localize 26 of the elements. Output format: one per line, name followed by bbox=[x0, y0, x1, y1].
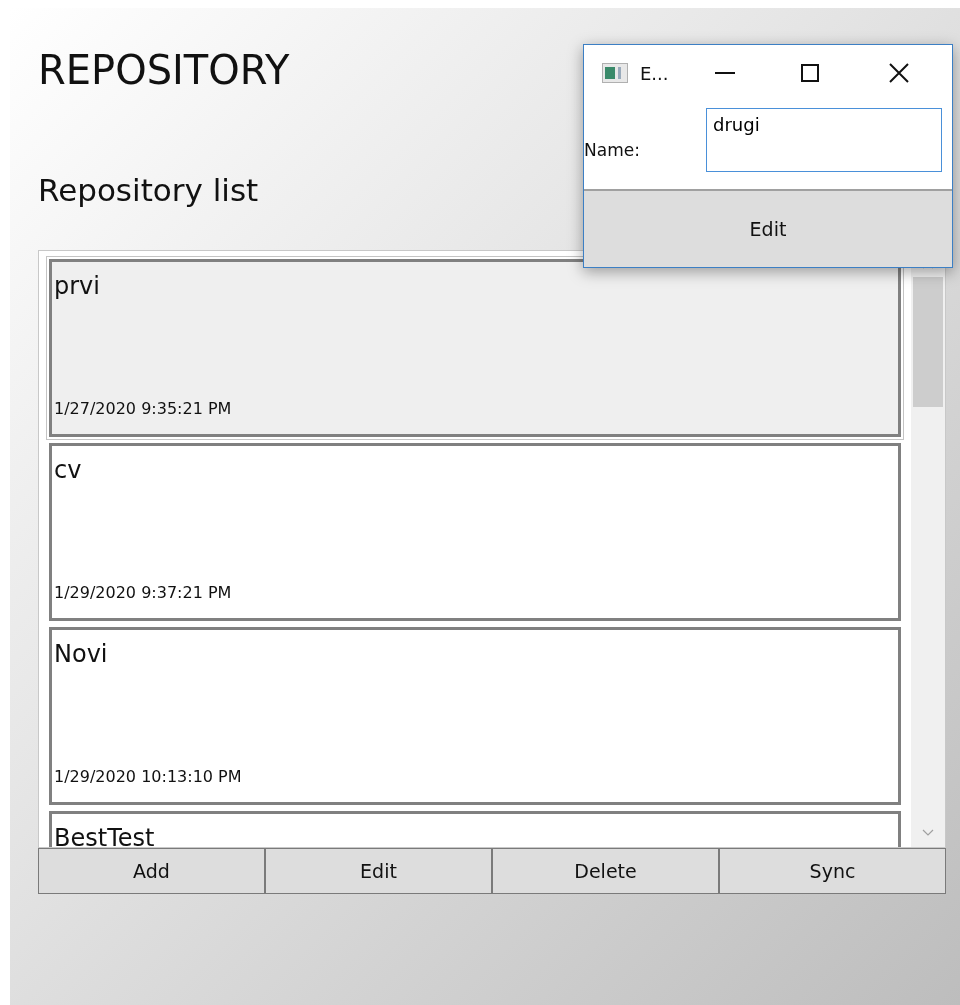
repository-name: prvi bbox=[54, 272, 101, 300]
repository-item[interactable]: Novi 1/29/2020 10:13:10 PM bbox=[49, 627, 901, 805]
repository-date: 1/29/2020 9:37:21 PM bbox=[54, 583, 233, 602]
repository-date: 1/27/2020 9:35:21 PM bbox=[54, 399, 233, 418]
repository-item[interactable]: cv 1/29/2020 9:37:21 PM bbox=[49, 443, 901, 621]
section-title: Repository list bbox=[37, 171, 259, 210]
close-icon[interactable] bbox=[888, 63, 909, 83]
name-field[interactable]: drugi bbox=[706, 108, 942, 172]
window-icon bbox=[602, 63, 628, 83]
action-button[interactable]: Sync bbox=[719, 848, 946, 894]
repository-item[interactable]: BestTest bbox=[49, 811, 901, 847]
minimize-icon[interactable] bbox=[714, 72, 735, 74]
dialog-title: E... bbox=[640, 62, 669, 84]
action-button[interactable]: Delete bbox=[492, 848, 719, 894]
edit-button[interactable]: Edit bbox=[584, 189, 952, 267]
action-button[interactable]: Edit bbox=[265, 848, 492, 894]
repository-name: cv bbox=[54, 456, 83, 484]
repository-name: Novi bbox=[54, 640, 109, 668]
repository-name: BestTest bbox=[54, 824, 156, 847]
repository-date: 1/29/2020 10:13:10 PM bbox=[54, 767, 243, 786]
action-button[interactable]: Add bbox=[38, 848, 265, 894]
repository-item[interactable]: prvi 1/27/2020 9:35:21 PM bbox=[49, 259, 901, 437]
name-label: Name: bbox=[584, 139, 641, 160]
window-title: REPOSITORY bbox=[37, 46, 290, 95]
scrollbar-thumb[interactable] bbox=[913, 277, 943, 407]
maximize-icon[interactable] bbox=[800, 64, 819, 82]
